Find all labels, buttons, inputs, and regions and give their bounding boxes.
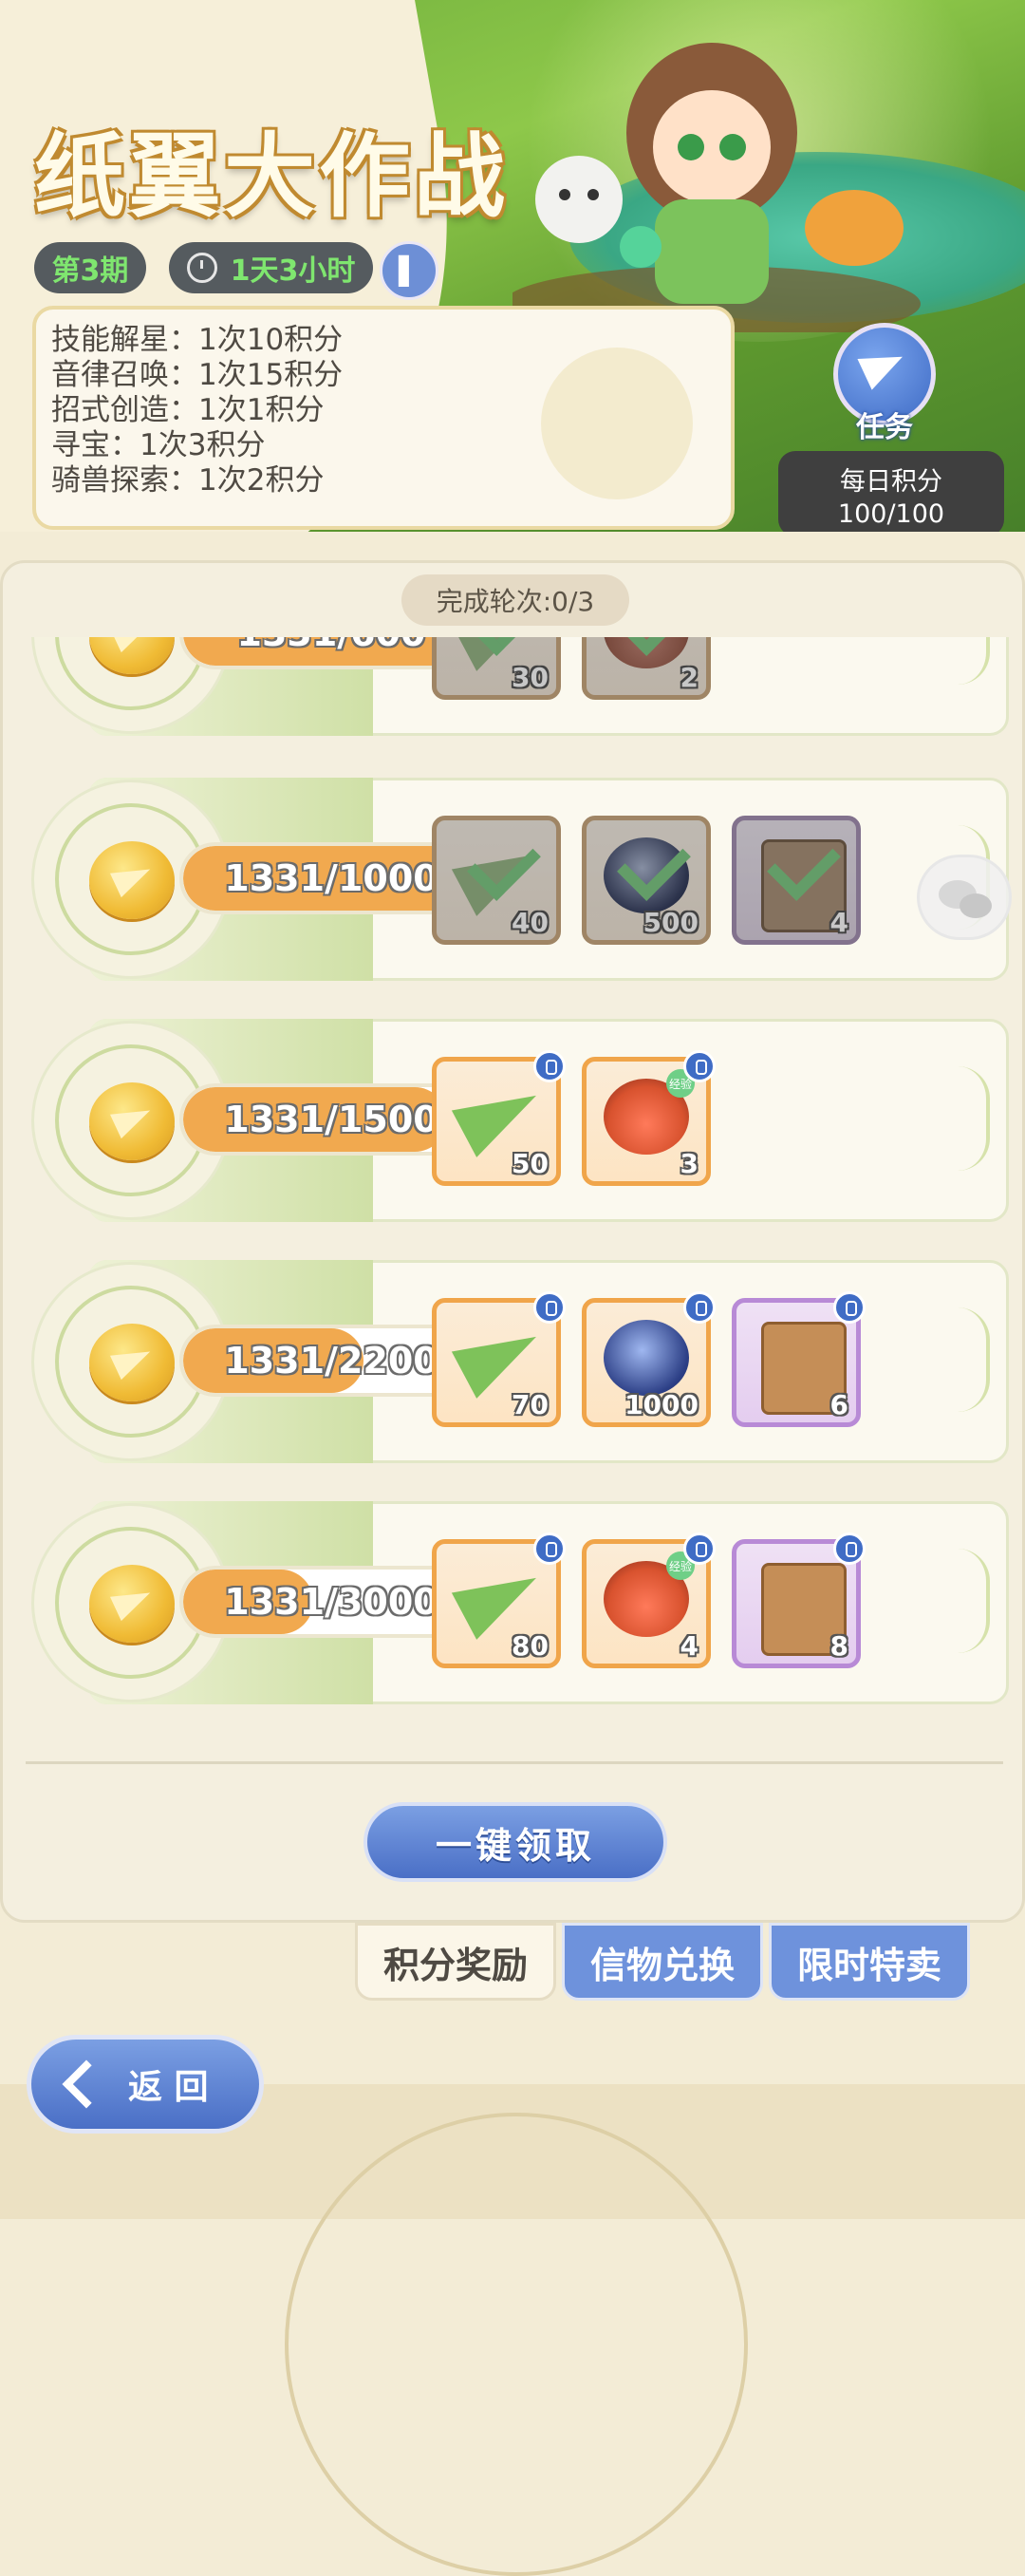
item-count: 6: [829, 1389, 848, 1420]
info-pin-icon[interactable]: [683, 1050, 716, 1082]
info-pin-icon[interactable]: [683, 1532, 716, 1565]
info-pin-icon[interactable]: [833, 1532, 866, 1565]
star-orb-icon: [604, 1320, 689, 1396]
coin-watermark: [541, 348, 693, 499]
rules-book-button[interactable]: ▌: [380, 241, 438, 300]
info-pin-icon[interactable]: [533, 1050, 566, 1082]
footer-circle-ornament: [285, 2113, 748, 2576]
reward-item[interactable]: 40: [432, 816, 561, 945]
item-count: 4: [829, 907, 848, 938]
reward-item[interactable]: 50: [432, 1050, 566, 1186]
character-illustration: [512, 43, 921, 332]
reward-item[interactable]: 4: [732, 816, 861, 945]
item-count: 1000: [624, 1389, 699, 1420]
back-arrow-icon: [62, 2059, 111, 2109]
coin-icon: [68, 1565, 175, 1643]
reward-item[interactable]: 经验 3: [582, 1050, 716, 1186]
time-left-badge: 1天3小时: [169, 242, 373, 293]
paper-plane-icon: [857, 341, 910, 390]
item-count: 8: [829, 1630, 848, 1662]
reward-item[interactable]: 6: [732, 1291, 866, 1427]
back-button-label: 返 回: [128, 2068, 209, 2107]
item-count: 80: [512, 1630, 549, 1662]
task-button-label[interactable]: 任务: [833, 404, 936, 445]
item-count: 70: [512, 1389, 549, 1420]
paper-plane-icon: [451, 1313, 550, 1399]
info-pin-icon[interactable]: [833, 1291, 866, 1324]
daily-points-box: 每日积分 100/100: [778, 451, 1004, 532]
rewards-panel: 完成轮次:0/3 1331/6003021331/10004050041331/…: [0, 560, 1025, 1923]
item-count: 40: [512, 907, 549, 938]
reward-item[interactable]: 经验 4: [582, 1532, 716, 1668]
item-count: 3: [680, 1148, 699, 1179]
back-button[interactable]: 返 回: [27, 2035, 264, 2134]
points-rules-panel: 技能解星：1次10积分 音律召唤：1次15积分 招式创造：1次1积分 寻宝：1次…: [32, 306, 735, 530]
reward-item[interactable]: 8: [732, 1532, 866, 1668]
coin-icon: [68, 1324, 175, 1401]
tab-limited-sale[interactable]: 限时特卖: [769, 1923, 970, 2001]
daily-points-value: 100/100: [837, 499, 945, 529]
item-count: 2: [680, 662, 699, 693]
rounds-counter: 完成轮次:0/3: [401, 574, 629, 626]
divider: [26, 1761, 1003, 1764]
info-pin-icon[interactable]: [533, 1291, 566, 1324]
reward-item[interactable]: 500: [582, 816, 711, 945]
tab-token-exchange[interactable]: 信物兑换: [562, 1923, 763, 2001]
coin-icon: [68, 841, 175, 919]
item-count: 50: [512, 1148, 549, 1179]
info-pin-icon[interactable]: [533, 1532, 566, 1565]
reward-item[interactable]: 30: [432, 637, 561, 700]
reward-item[interactable]: 2: [582, 637, 711, 700]
item-count: 30: [512, 662, 549, 693]
card-ornament: [958, 1307, 990, 1412]
reward-list[interactable]: 1331/6003021331/10004050041331/150050经验3…: [3, 637, 1022, 1710]
reward-item[interactable]: 80: [432, 1532, 566, 1668]
coin-icon: [68, 1082, 175, 1160]
card-ornament: [958, 1066, 990, 1171]
paper-plane-icon: [451, 1072, 550, 1157]
season-badge: 第3期: [34, 242, 146, 293]
chat-bubble-button[interactable]: [917, 855, 1012, 940]
event-title: 纸翼大作战: [34, 123, 509, 230]
time-left-text: 1天3小时: [230, 254, 356, 288]
item-count: 500: [643, 907, 699, 938]
item-count: 4: [680, 1630, 699, 1662]
card-ornament: [958, 1549, 990, 1653]
claim-all-button[interactable]: 一键领取: [363, 1802, 667, 1882]
event-banner: 纸翼大作战 第3期 1天3小时 ▌ 技能解星：1次10积分 音律召唤：1次15积…: [0, 0, 1025, 532]
paper-plane-icon: [451, 1554, 550, 1640]
info-pin-icon[interactable]: [683, 1291, 716, 1324]
chat-bubble-icon: [960, 893, 992, 918]
daily-points-label: 每日积分: [840, 467, 942, 497]
reward-item[interactable]: 1000: [582, 1291, 716, 1427]
clock-icon: [186, 253, 217, 283]
tab-points-rewards[interactable]: 积分奖励: [355, 1923, 556, 2001]
reward-item[interactable]: 70: [432, 1291, 566, 1427]
book-icon: ▌: [399, 254, 419, 287]
